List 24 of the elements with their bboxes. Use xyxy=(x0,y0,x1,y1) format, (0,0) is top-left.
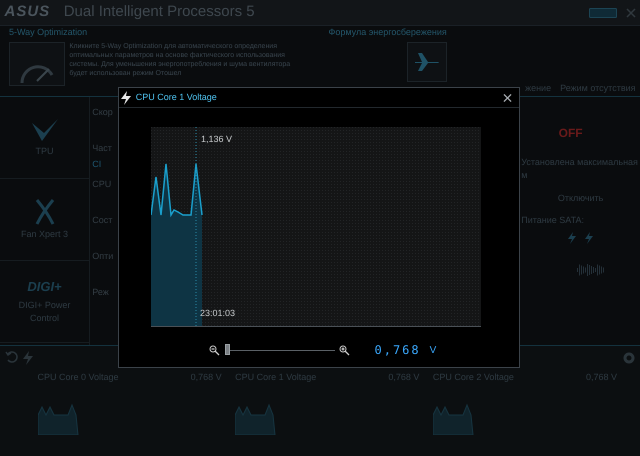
time-label: 23:01:03 xyxy=(200,307,236,320)
cross-icon xyxy=(32,198,56,226)
settings-icon xyxy=(622,350,636,364)
peak-label: 1,136 V xyxy=(201,133,232,146)
lightning-icon xyxy=(23,350,33,364)
zoom-out-icon xyxy=(209,344,220,356)
zoom-in-icon xyxy=(339,344,350,356)
status-text: OFF xyxy=(558,125,584,142)
voltage-reading: 0,768 xyxy=(374,342,421,359)
lightning-icon xyxy=(585,232,594,244)
digi-logo: DIGI+ xyxy=(27,278,62,296)
dialog-title: CPU Core 1 Voltage xyxy=(136,90,217,104)
airplane-icon xyxy=(414,52,440,72)
slider-thumb[interactable] xyxy=(224,344,230,354)
setting-value: CI xyxy=(92,158,102,171)
undo-icon xyxy=(4,350,18,362)
unit-label: V xyxy=(430,344,436,358)
close-button[interactable]: × xyxy=(498,90,517,104)
lightning-icon xyxy=(121,90,132,104)
close-icon xyxy=(626,8,636,18)
lightning-icon xyxy=(568,232,576,244)
section-title: 5-Way Optimization xyxy=(9,26,88,39)
section-title: Формула энергосбережения xyxy=(328,26,447,39)
brand-logo: ASUS xyxy=(4,2,50,22)
